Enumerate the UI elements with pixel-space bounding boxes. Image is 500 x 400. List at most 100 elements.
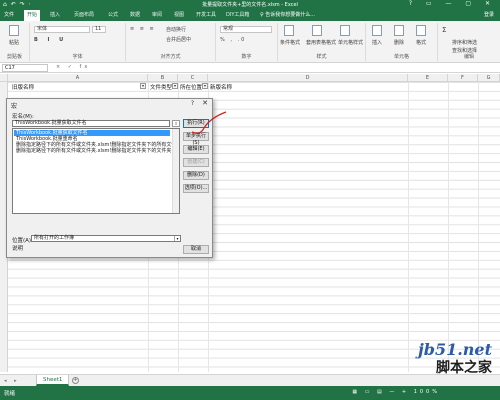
- format-cells-icon[interactable]: [416, 25, 426, 36]
- paste-icon[interactable]: [9, 25, 19, 36]
- close-icon[interactable]: ✕: [202, 99, 208, 107]
- format-cells-button[interactable]: 格式: [416, 39, 426, 46]
- status-text: 就绪: [4, 391, 16, 397]
- location-select[interactable]: 所有打开的工作簿 ▾: [31, 235, 181, 242]
- add-sheet-button[interactable]: +: [72, 377, 79, 384]
- edit-button[interactable]: 编辑(E): [183, 145, 209, 154]
- number-format-select[interactable]: 常规: [220, 26, 272, 33]
- column-header-f[interactable]: F: [448, 74, 478, 82]
- cancel-button[interactable]: 取消: [183, 245, 209, 254]
- number-group: 常规 % , .0 数字: [216, 23, 278, 61]
- delete-cells-button[interactable]: 删除: [394, 39, 404, 46]
- align-icons[interactable]: ≡ ≡ ≡: [130, 26, 156, 32]
- column-header-e[interactable]: E: [408, 74, 448, 82]
- paste-button[interactable]: 粘贴: [9, 39, 19, 46]
- list-scrollbar[interactable]: [172, 129, 179, 213]
- macro-name-label: 宏名(M):: [12, 114, 34, 120]
- ribbon: 粘贴 剪贴板 宋体 11 B I U 字体 ≡ ≡ ≡ 自动换行 合并后居中 对…: [0, 21, 500, 63]
- filter-dropdown-c[interactable]: ▾: [202, 83, 208, 89]
- cell-c1[interactable]: 所在位置: [180, 83, 202, 91]
- alignment-group: ≡ ≡ ≡ 自动换行 合并后居中 对齐方式: [126, 23, 216, 61]
- formula-bar: C17 × ✓ fx: [0, 63, 500, 73]
- login-link[interactable]: 登录: [484, 11, 494, 18]
- conditional-format-button[interactable]: 条件格式: [280, 39, 300, 46]
- view-zoom-controls[interactable]: ▦ ▭ ▤ — + 100%: [352, 389, 440, 395]
- column-header-c[interactable]: C: [178, 74, 208, 82]
- name-box[interactable]: C17: [2, 64, 48, 72]
- tab-data[interactable]: 数据: [130, 11, 140, 18]
- macro-list[interactable]: ThisWorkbook.批量获取文件名 ThisWorkbook.批量重命名 …: [12, 128, 180, 214]
- grid-line: [478, 82, 479, 372]
- dialog-title: 宏: [11, 103, 18, 110]
- options-button[interactable]: 选项(O)...: [183, 184, 209, 193]
- macro-dialog: 宏 ? ✕ 宏名(M): ThisWorkbook.批量获取文件名 ⇧ This…: [6, 98, 213, 258]
- conditional-format-icon[interactable]: [284, 25, 294, 36]
- column-header-b[interactable]: B: [148, 74, 178, 82]
- delete-button[interactable]: 删除(D): [183, 171, 209, 180]
- cells-group-label: 单元格: [393, 54, 409, 60]
- cell-a1[interactable]: 旧版名称: [12, 83, 34, 91]
- font-group-label: 字体: [72, 54, 83, 60]
- merge-center-button[interactable]: 合并后居中: [166, 36, 191, 43]
- description-label: 说明: [12, 246, 24, 252]
- insert-cells-button[interactable]: 插入: [372, 39, 382, 46]
- tab-home[interactable]: 开始: [24, 10, 41, 21]
- cells-group: 插入 删除 格式 单元格: [366, 23, 438, 61]
- tab-formulas[interactable]: 公式: [108, 11, 118, 18]
- macro-name-input[interactable]: ThisWorkbook.批量获取文件名: [12, 120, 170, 127]
- watermark-name: 脚本之家: [436, 360, 492, 376]
- location-value: 所有打开的工作簿: [34, 235, 75, 241]
- tab-developer[interactable]: 开发工具: [196, 11, 216, 18]
- title-bar: ⌂ ↶ ↷ ⋅ 批量提取文件夹+里的文件名.xlsm - Excel ? ▭ —…: [0, 0, 500, 9]
- help-icon[interactable]: ?: [191, 100, 194, 107]
- cell-style-icon[interactable]: [340, 25, 350, 36]
- tab-diy-toolbox[interactable]: DIY工具箱: [226, 11, 249, 18]
- bold-italic-underline[interactable]: B I U: [34, 37, 67, 43]
- select-all-corner[interactable]: [0, 74, 8, 82]
- tab-view[interactable]: 视图: [174, 11, 184, 18]
- column-headers: A B C D E F G: [0, 74, 500, 82]
- cell-d1[interactable]: 新版名称: [210, 83, 232, 91]
- sheet-tab-sheet1[interactable]: Sheet1: [36, 375, 70, 386]
- insert-cells-icon[interactable]: [372, 25, 382, 36]
- cell-style-button[interactable]: 单元格样式: [338, 39, 363, 46]
- wrap-text-button[interactable]: 自动换行: [166, 26, 186, 33]
- cell-b1[interactable]: 文件类型: [150, 83, 172, 91]
- number-format-icons[interactable]: % , .0: [220, 37, 246, 43]
- macro-list-item[interactable]: 删除指定路径下的所有文件或文件夹.xlsm!删除指定文件夹下的文件夹: [14, 148, 171, 154]
- window-controls[interactable]: ? ▭ — ▢ ✕: [409, 0, 496, 7]
- font-size-select[interactable]: 11: [92, 26, 106, 33]
- status-bar: 就绪 ▦ ▭ ▤ — + 100%: [0, 386, 500, 400]
- tab-file[interactable]: 文件: [4, 11, 14, 18]
- filter-dropdown-a[interactable]: ▾: [140, 83, 146, 89]
- site-watermark: jb51.net 脚本之家: [418, 340, 492, 377]
- formula-icons[interactable]: × ✓ fx: [56, 64, 90, 70]
- font-group: 宋体 11 B I U 字体: [30, 23, 126, 61]
- grid-line: [408, 82, 409, 372]
- sort-filter-button[interactable]: 排序和筛选: [452, 39, 477, 46]
- tell-me-search[interactable]: ♀ 告诉我你想要做什么...: [260, 11, 315, 18]
- delete-cells-icon[interactable]: [394, 25, 404, 36]
- sheet-nav-arrows[interactable]: ◂ ▸: [4, 378, 20, 384]
- styles-group-label: 样式: [316, 54, 327, 60]
- column-header-g[interactable]: G: [478, 74, 500, 82]
- tab-page-layout[interactable]: 页面布局: [74, 11, 94, 18]
- alignment-group-label: 对齐方式: [160, 54, 181, 60]
- collapse-dialog-icon[interactable]: ⇧: [172, 120, 180, 127]
- tab-insert[interactable]: 插入: [50, 11, 60, 18]
- ribbon-tabs: 文件 开始 插入 页面布局 公式 数据 审阅 视图 开发工具 DIY工具箱 ♀ …: [0, 9, 500, 21]
- clipboard-group-label: 剪贴板: [6, 54, 22, 60]
- number-group-label: 数字: [241, 54, 252, 60]
- chevron-down-icon[interactable]: ▾: [174, 236, 180, 241]
- filter-dropdown-b[interactable]: ▾: [172, 83, 178, 89]
- table-format-icon[interactable]: [312, 25, 322, 36]
- table-format-button[interactable]: 套用表格格式: [306, 39, 336, 46]
- tab-review[interactable]: 审阅: [152, 11, 162, 18]
- column-header-d[interactable]: D: [208, 74, 408, 82]
- create-button[interactable]: 创建(C): [183, 158, 209, 167]
- annotation-arrow-icon: [191, 111, 227, 134]
- grid-line: [448, 82, 449, 372]
- autosum-button[interactable]: Σ: [442, 26, 446, 34]
- column-header-a[interactable]: A: [8, 74, 148, 82]
- font-name-select[interactable]: 宋体: [34, 26, 90, 33]
